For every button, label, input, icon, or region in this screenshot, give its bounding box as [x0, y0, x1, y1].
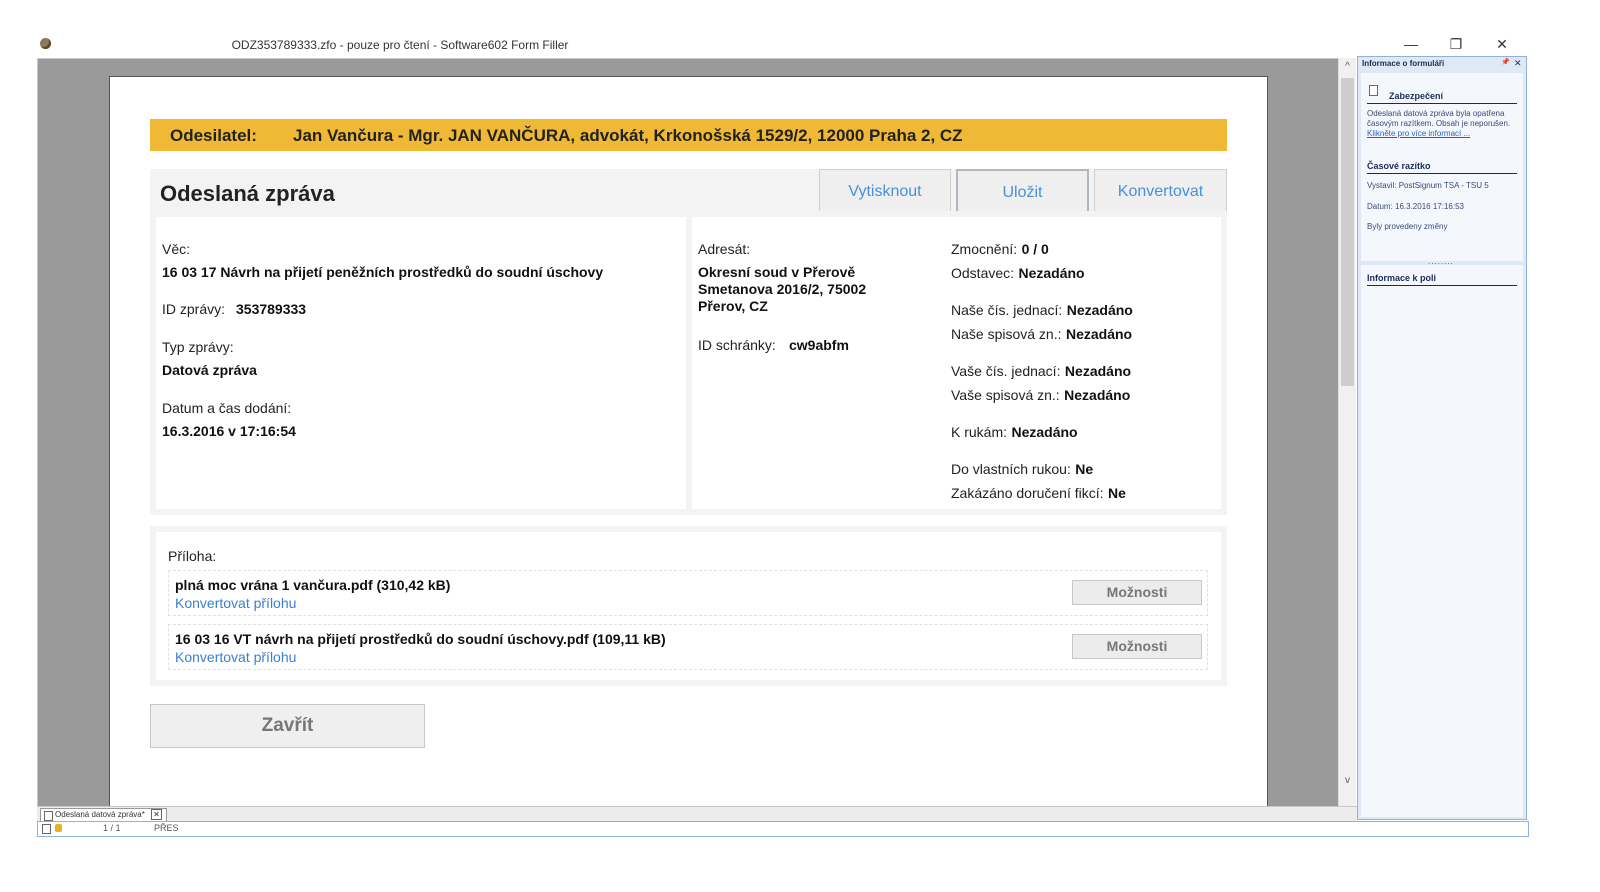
certificate-icon: [1369, 85, 1378, 96]
field-info-section: Informace k poli: [1361, 265, 1523, 817]
delivery-date-value: 16.3.2016 v 17:16:54: [162, 423, 296, 439]
sender-value: Jan Vančura - Mgr. JAN VANČURA, advokát,…: [293, 126, 963, 145]
changes-note: Byly provedeny změny: [1367, 222, 1448, 231]
databox-id-label: ID schránky:: [698, 337, 776, 353]
save-button[interactable]: Uložit: [956, 169, 1089, 213]
close-window-button[interactable]: ✕: [1479, 33, 1525, 55]
pin-icon[interactable]: 📌: [1501, 58, 1510, 66]
document-icon: [44, 811, 53, 821]
lock-icon: [55, 824, 62, 832]
security-heading: Zabezpečení: [1389, 91, 1444, 101]
delivery-date-label: Datum a čas dodání:: [162, 400, 292, 416]
detail-row: Do vlastních rukou: Ne: [951, 461, 1094, 477]
recipient-line-3: Přerov, CZ: [698, 298, 768, 314]
tab-document[interactable]: Odeslaná datová zpráva* ✕: [40, 808, 167, 822]
attachment-options-button[interactable]: Možnosti: [1072, 580, 1202, 605]
subject-label: Věc:: [162, 241, 191, 257]
panel-title: Informace o formuláři: [1362, 59, 1445, 68]
attachment-item: plná moc vrána 1 vančura.pdf (310,42 kB)…: [168, 570, 1208, 616]
panel-close-icon[interactable]: ✕: [1514, 58, 1522, 69]
document-status-icon: [42, 824, 51, 834]
recipient-info-panel: Adresát: Okresní soud v Přerově Smetanov…: [686, 211, 1227, 515]
scrollbar-thumb[interactable]: [1341, 78, 1354, 386]
attachment-name: 16 03 16 VT návrh na přijetí prostředků …: [175, 631, 666, 647]
detail-row: Odstavec: Nezadáno: [951, 265, 1085, 281]
form-info-panel: Informace o formuláři 📌 ✕ Zabezpečení Od…: [1357, 56, 1527, 820]
recipient-line-1: Okresní soud v Přerově: [698, 264, 856, 280]
sender-bar: Odesilatel: Jan Vančura - Mgr. JAN VANČU…: [150, 119, 1227, 151]
convert-attachment-link[interactable]: Konvertovat přílohu: [175, 595, 296, 611]
attachment-options-button[interactable]: Možnosti: [1072, 634, 1202, 659]
message-info-panel: Věc: 16 03 17 Návrh na přijetí peněžních…: [150, 211, 692, 515]
detail-row: Zakázáno doručení fikcí: Ne: [951, 485, 1126, 501]
page-title: Odeslaná zpráva: [160, 181, 335, 206]
security-text: Odeslaná datová zpráva byla opatřena čas…: [1367, 109, 1511, 138]
detail-row: Naše spisová zn.: Nezadáno: [951, 326, 1133, 342]
databox-id-value: cw9abfm: [789, 337, 849, 353]
minimize-button[interactable]: —: [1388, 33, 1434, 55]
page-counter: 1 / 1: [103, 823, 121, 833]
message-id-label: ID zprávy:: [162, 301, 226, 317]
scroll-up-arrow-icon[interactable]: ^: [1339, 58, 1356, 75]
divider: [1367, 173, 1517, 174]
document-tab-bar: Odeslaná datová zpráva* ✕: [37, 806, 1357, 822]
convert-button[interactable]: Konvertovat: [1094, 169, 1227, 213]
panel-header: Informace o formuláři 📌 ✕: [1358, 57, 1526, 71]
message-type-value: Datová zpráva: [162, 362, 257, 378]
recipient-line-2: Smetanova 2016/2, 75002: [698, 281, 867, 297]
form-page: Odesilatel: Jan Vančura - Mgr. JAN VANČU…: [109, 76, 1268, 817]
detail-row: Vaše spisová zn.: Nezadáno: [951, 387, 1131, 403]
print-button[interactable]: Vytisknout: [819, 169, 951, 213]
vertical-scrollbar[interactable]: ^ v: [1338, 58, 1356, 806]
timestamp-date: Datum: 16.3.2016 17:16:53: [1367, 202, 1464, 211]
close-form-button[interactable]: Zavřít: [150, 704, 425, 748]
message-id-value: 353789333: [236, 301, 307, 317]
recipient-label: Adresát:: [698, 241, 751, 257]
status-bar: 1 / 1 PŘES: [37, 821, 1529, 837]
attachment-item: 16 03 16 VT návrh na přijetí prostředků …: [168, 624, 1208, 670]
attachments-label: Příloha:: [168, 548, 217, 564]
window-title: ODZ353789333.zfo - pouze pro čtení - Sof…: [231, 38, 569, 52]
security-info-link[interactable]: Klikněte pro více informací ...: [1367, 129, 1470, 138]
message-type-label: Typ zprávy:: [162, 339, 234, 355]
message-header: Odeslaná zpráva Vytisknout Uložit Konver…: [150, 169, 1227, 215]
tab-close-icon[interactable]: ✕: [151, 809, 162, 820]
convert-attachment-link[interactable]: Konvertovat přílohu: [175, 649, 296, 665]
timestamp-heading: Časové razítko: [1367, 161, 1431, 171]
security-section: Zabezpečení Odeslaná datová zpráva byla …: [1361, 73, 1523, 261]
detail-row: Zmocnění: 0 / 0: [951, 241, 1049, 257]
maximize-button[interactable]: ❐: [1433, 33, 1479, 55]
divider: [1367, 103, 1517, 104]
attachments-panel: Příloha: plná moc vrána 1 vančura.pdf (3…: [150, 526, 1227, 686]
title-bar: ODZ353789333.zfo - pouze pro čtení - Sof…: [0, 30, 1600, 58]
scroll-down-arrow-icon[interactable]: v: [1339, 772, 1356, 789]
field-info-heading: Informace k poli: [1367, 273, 1437, 283]
tab-label: Odeslaná datová zpráva*: [55, 810, 145, 819]
input-mode: PŘES: [154, 823, 179, 833]
detail-row: K rukám: Nezadáno: [951, 424, 1078, 440]
divider: [1367, 285, 1517, 286]
sender-label: Odesilatel:: [170, 126, 257, 145]
attachment-name: plná moc vrána 1 vančura.pdf (310,42 kB): [175, 577, 451, 593]
detail-row: Naše čís. jednací: Nezadáno: [951, 302, 1133, 318]
detail-row: Vaše čís. jednací: Nezadáno: [951, 363, 1132, 379]
subject-value: 16 03 17 Návrh na přijetí peněžních pros…: [162, 264, 604, 280]
timestamp-issuer: Vystavil: PostSignum TSA - TSU 5: [1367, 181, 1489, 190]
